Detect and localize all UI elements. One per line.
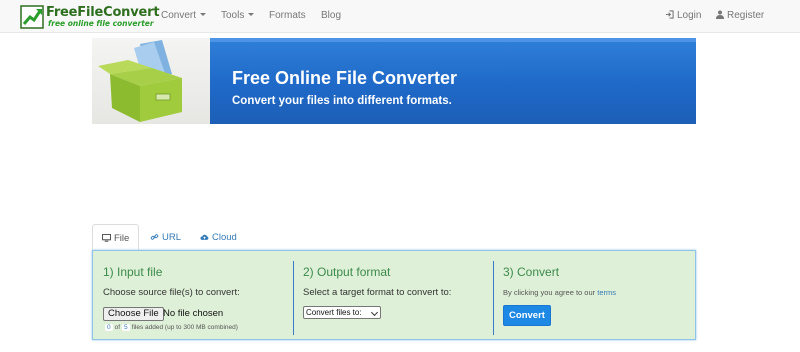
user-icon <box>716 10 724 19</box>
step-input-file: 1) Input file Choose source file(s) to c… <box>103 251 293 339</box>
terms-note: By clicking you agree to our terms <box>503 288 616 297</box>
output-format-select-value: Convert files to: <box>306 308 362 317</box>
link-icon <box>150 234 159 240</box>
terms-link[interactable]: terms <box>597 288 616 297</box>
sign-in-icon <box>665 10 674 19</box>
cloud-icon <box>200 234 209 240</box>
step-divider <box>493 261 494 335</box>
convert-button[interactable]: Convert <box>503 305 551 326</box>
brand-tagline: free online file converter <box>48 19 154 28</box>
logo-arrow-icon <box>20 5 44 29</box>
tab-url-label: URL <box>162 232 182 243</box>
register-label: Register <box>727 10 765 21</box>
step-convert: 3) Convert By clicking you agree to our … <box>503 251 693 339</box>
step-input-instruction: Choose source file(s) to convert: <box>103 287 240 298</box>
step-output-format: 2) Output format Select a target format … <box>303 251 493 339</box>
choose-file-button[interactable]: Choose File <box>103 307 164 321</box>
terms-note-text: By clicking you agree to our <box>503 288 596 297</box>
step-divider <box>293 261 294 335</box>
step-convert-title: 3) Convert <box>503 265 560 279</box>
banner-title: Free Online File Converter <box>232 68 458 88</box>
tab-file-label: File <box>114 233 130 244</box>
brand-logo-link[interactable]: FreeFileConvert free online file convert… <box>20 5 160 29</box>
nav-convert-label: Convert <box>161 10 197 21</box>
top-navbar: FreeFileConvert free online file convert… <box>0 0 800 33</box>
login-label: Login <box>677 10 702 21</box>
chevron-down-icon <box>370 308 379 317</box>
nav-tools-label: Tools <box>221 10 245 21</box>
nav-tools-menu[interactable]: Tools <box>221 10 255 22</box>
login-link[interactable]: Login <box>665 10 701 22</box>
converter-panel: 1) Input file Choose source file(s) to c… <box>92 250 696 340</box>
tab-cloud-label: Cloud <box>212 232 237 243</box>
tab-file[interactable]: File <box>92 224 139 250</box>
file-count-line: 0 of 5 files added (up to 300 MB combined) <box>103 324 238 331</box>
nav-blog-label: Blog <box>321 10 342 21</box>
nav-convert-menu[interactable]: Convert <box>161 10 207 22</box>
file-count-max: 5 <box>122 324 130 331</box>
banner-subtitle: Convert your files into different format… <box>232 95 452 107</box>
step-output-instruction: Select a target format to convert to: <box>303 287 452 298</box>
tab-cloud[interactable]: Cloud <box>200 224 250 250</box>
step-input-title: 1) Input file <box>103 265 163 279</box>
nav-blog-link[interactable]: Blog <box>321 10 341 22</box>
file-count-suffix: files added (up to 300 MB combined) <box>131 324 238 331</box>
step-output-title: 2) Output format <box>303 265 391 279</box>
file-count-current: 0 <box>105 324 113 331</box>
file-box-illustration <box>92 38 210 124</box>
chevron-down-icon <box>200 13 207 16</box>
file-box-icon <box>98 40 182 122</box>
register-link[interactable]: Register <box>716 10 764 22</box>
chevron-down-icon <box>248 13 255 16</box>
hero-banner: Free Online File Converter Convert your … <box>92 38 696 124</box>
file-count-of: of <box>114 324 121 331</box>
output-format-select[interactable]: Convert files to: <box>303 306 381 319</box>
source-tabs: File URL Cloud <box>92 224 696 250</box>
file-status-text: No file chosen <box>163 308 224 319</box>
nav-formats-link[interactable]: Formats <box>269 10 306 22</box>
brand-name: FreeFileConvert <box>46 5 160 20</box>
monitor-icon <box>102 234 111 242</box>
tab-url[interactable]: URL <box>150 224 190 250</box>
nav-formats-label: Formats <box>269 10 306 21</box>
